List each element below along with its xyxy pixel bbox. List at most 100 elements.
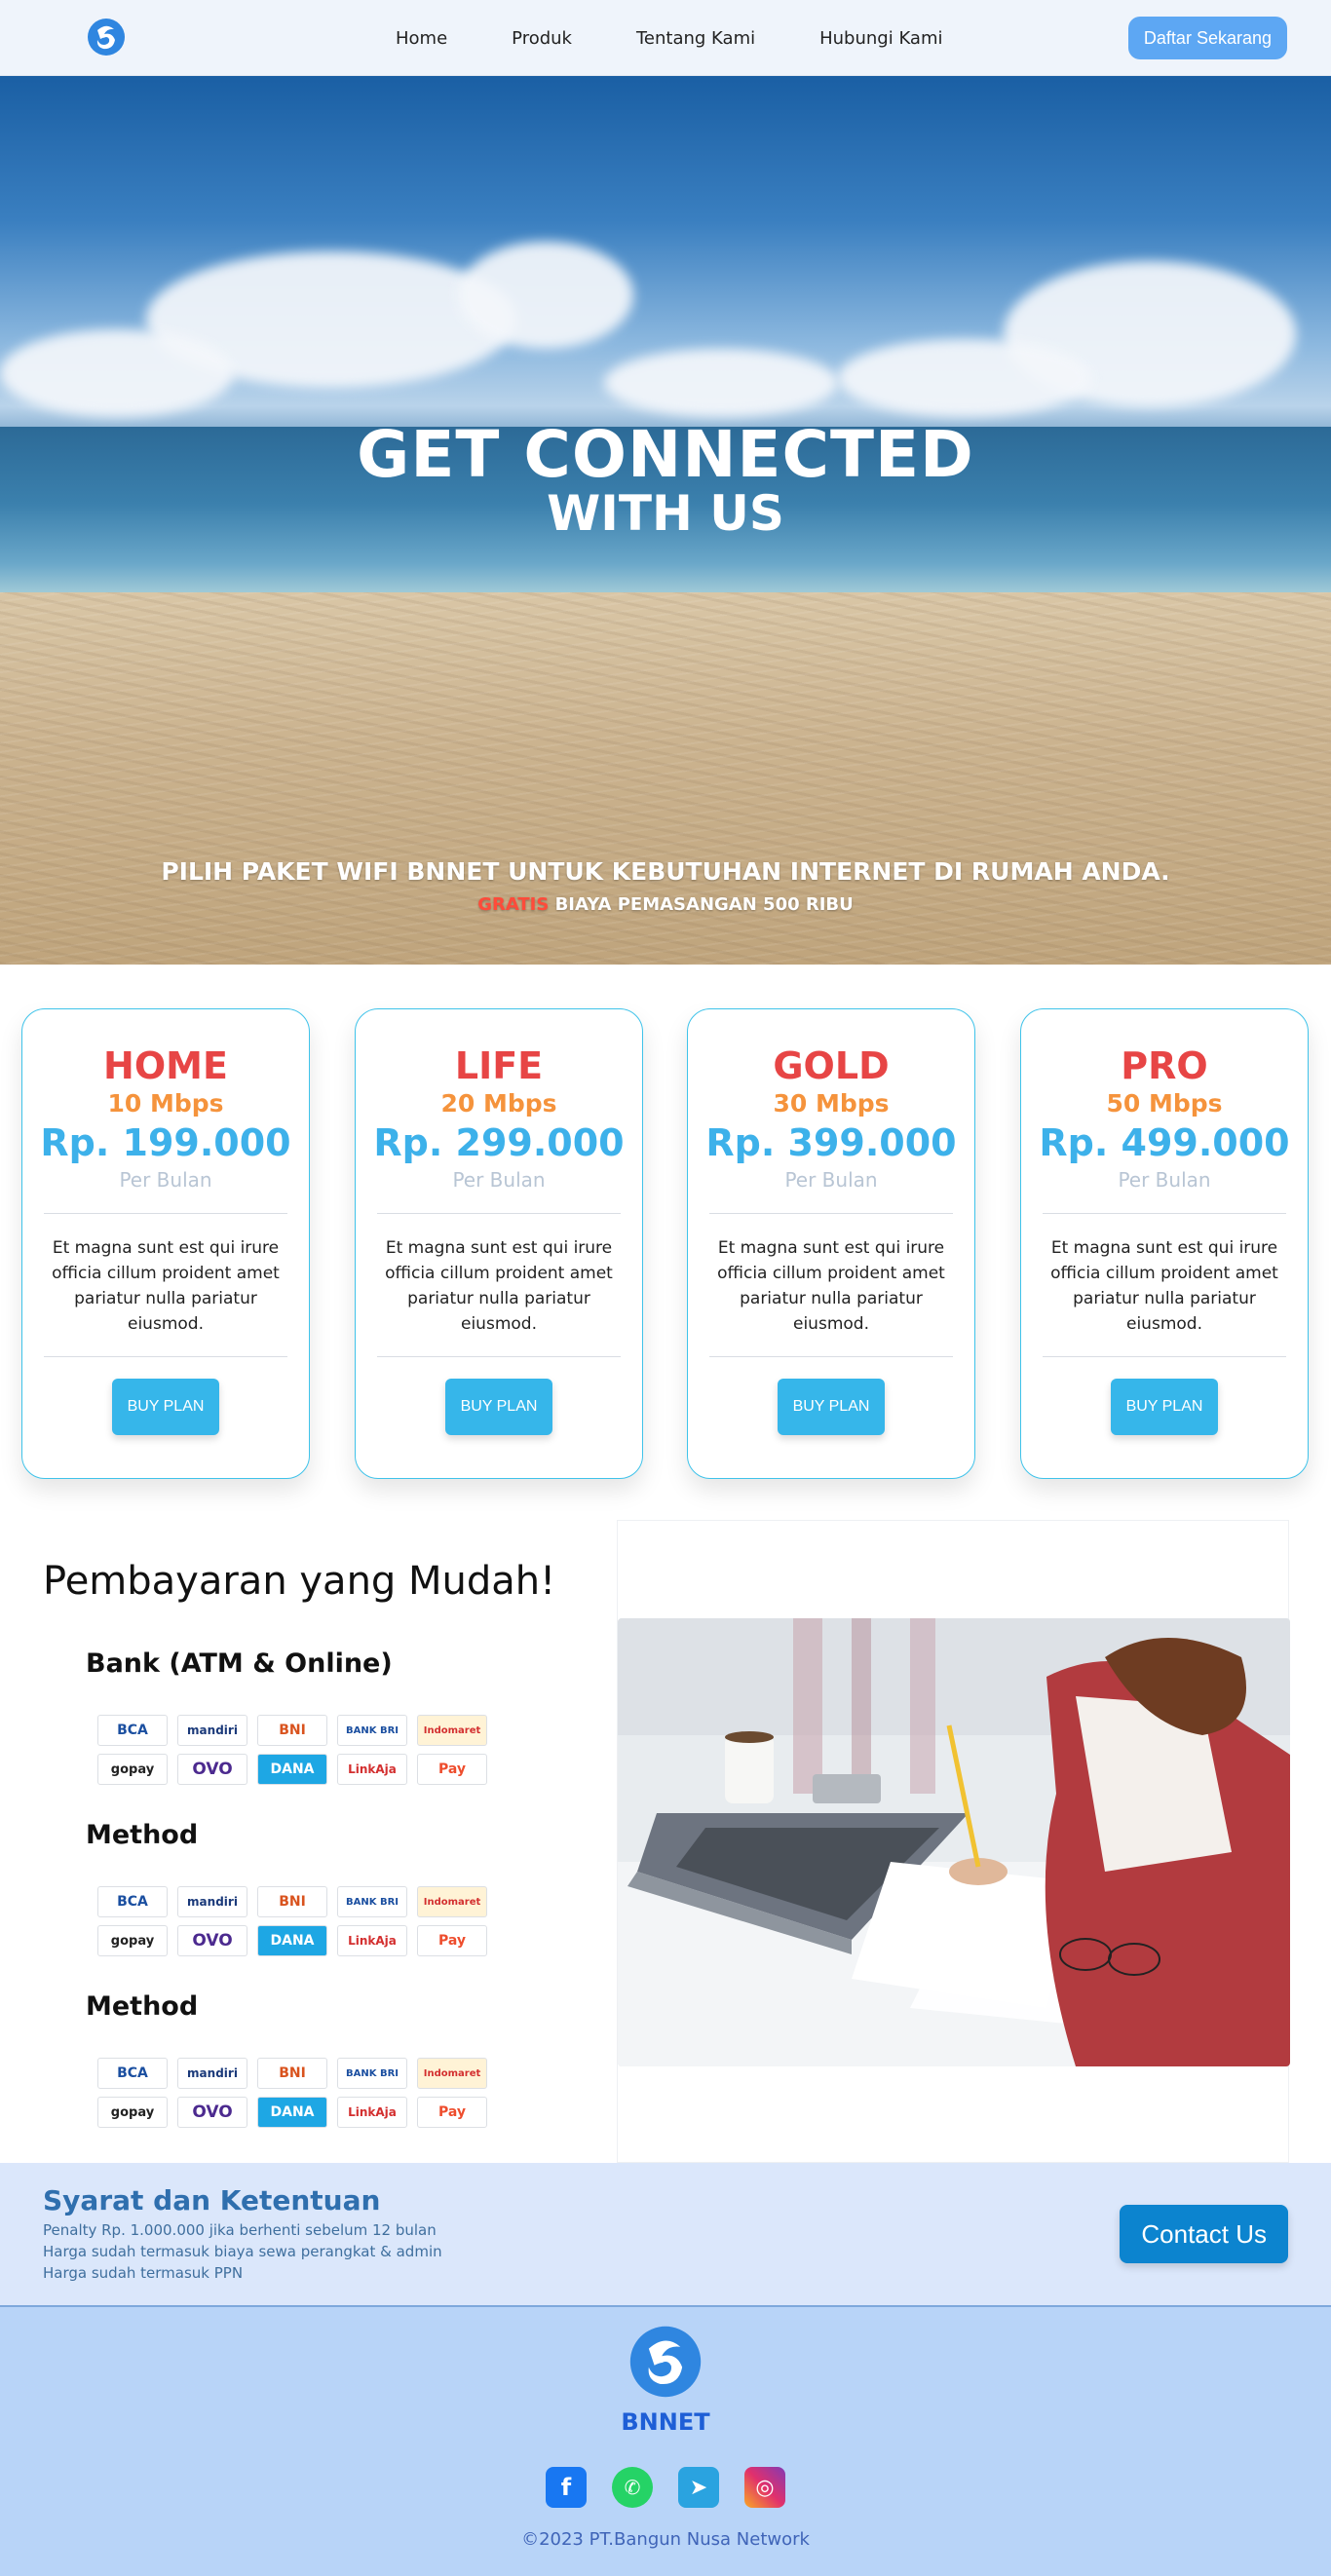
plan-card-gold: GOLD 30 Mbps Rp. 399.000 Per Bulan Et ma… bbox=[687, 1008, 975, 1479]
nav-link-produk[interactable]: Produk bbox=[512, 28, 572, 49]
gopay-logo-icon: gopay bbox=[97, 1925, 168, 1956]
divider bbox=[44, 1356, 287, 1357]
instagram-icon[interactable]: ◎ bbox=[744, 2467, 785, 2508]
dana-logo-icon: DANA bbox=[257, 1754, 327, 1785]
bca-logo-icon: BCA bbox=[97, 2058, 168, 2089]
social-links: f ✆ ➤ ◎ bbox=[546, 2467, 785, 2508]
contact-us-button[interactable]: Contact Us bbox=[1120, 2205, 1288, 2263]
linkaja-logo-icon: LinkAja bbox=[337, 1925, 407, 1956]
payment-title: Pembayaran yang Mudah! bbox=[43, 1559, 556, 1604]
payment-logo-grid: BCA mandiri BNI BANK BRI Indomaret gopay… bbox=[97, 1715, 489, 1785]
buy-plan-button[interactable]: BUY PLAN bbox=[1111, 1379, 1218, 1435]
plan-speed: 10 Mbps bbox=[107, 1089, 224, 1118]
plan-price: Rp. 299.000 bbox=[373, 1121, 625, 1164]
indomaret-logo-icon: Indomaret bbox=[417, 1715, 487, 1746]
linkaja-logo-icon: LinkAja bbox=[337, 1754, 407, 1785]
hero-cloud bbox=[838, 339, 1091, 417]
hero-subtitle: WITH US bbox=[547, 485, 784, 542]
plan-name: GOLD bbox=[773, 1044, 890, 1087]
buy-plan-button[interactable]: BUY PLAN bbox=[778, 1379, 885, 1435]
payment-group-title: Method bbox=[86, 1820, 199, 1850]
plan-speed: 30 Mbps bbox=[773, 1089, 890, 1118]
whatsapp-icon[interactable]: ✆ bbox=[612, 2467, 653, 2508]
plan-card-life: LIFE 20 Mbps Rp. 299.000 Per Bulan Et ma… bbox=[355, 1008, 643, 1479]
shopeepay-logo-icon: Pay bbox=[417, 1754, 487, 1785]
nav-link-home[interactable]: Home bbox=[396, 28, 447, 49]
linkaja-logo-icon: LinkAja bbox=[337, 2097, 407, 2128]
indomaret-logo-icon: Indomaret bbox=[417, 1886, 487, 1917]
plan-period: Per Bulan bbox=[784, 1168, 878, 1192]
telegram-icon[interactable]: ➤ bbox=[678, 2467, 719, 2508]
plan-name: HOME bbox=[103, 1044, 228, 1087]
bri-logo-icon: BANK BRI bbox=[337, 2058, 407, 2089]
nav-link-tentang-kami[interactable]: Tentang Kami bbox=[636, 28, 755, 49]
mandiri-logo-icon: mandiri bbox=[177, 2058, 247, 2089]
bri-logo-icon: BANK BRI bbox=[337, 1886, 407, 1917]
hero-tagline: PILIH PAKET WIFI BNNET UNTUK KEBUTUHAN I… bbox=[161, 857, 1170, 886]
payment-logo-grid: BCA mandiri BNI BANK BRI Indomaret gopay… bbox=[97, 1886, 489, 1956]
terms-bar: Syarat dan Ketentuan Penalty Rp. 1.000.0… bbox=[0, 2163, 1331, 2305]
divider bbox=[377, 1213, 621, 1214]
top-navbar: Home Produk Tentang Kami Hubungi Kami Da… bbox=[0, 0, 1331, 76]
plan-card-pro: PRO 50 Mbps Rp. 499.000 Per Bulan Et mag… bbox=[1020, 1008, 1309, 1479]
hero-section: GET CONNECTED WITH US PILIH PAKET WIFI B… bbox=[0, 76, 1331, 965]
plans-section: HOME 10 Mbps Rp. 199.000 Per Bulan Et ma… bbox=[0, 965, 1331, 1510]
indomaret-logo-icon: Indomaret bbox=[417, 2058, 487, 2089]
photo-illustration bbox=[618, 1618, 1290, 2066]
payment-group-title: Method bbox=[86, 1991, 199, 2022]
footer-copyright: ©2023 PT.Bangun Nusa Network bbox=[521, 2529, 810, 2550]
terms-line: Penalty Rp. 1.000.000 jika berhenti sebe… bbox=[43, 2221, 437, 2239]
plan-speed: 20 Mbps bbox=[440, 1089, 557, 1118]
ovo-logo-icon: OVO bbox=[177, 1925, 247, 1956]
bnnet-logo-icon[interactable] bbox=[86, 17, 127, 57]
plan-speed: 50 Mbps bbox=[1106, 1089, 1223, 1118]
terms-line: Harga sudah termasuk PPN bbox=[43, 2264, 244, 2282]
plan-description: Et magna sunt est qui irure officia cill… bbox=[1050, 1238, 1278, 1334]
plan-name: PRO bbox=[1121, 1044, 1208, 1087]
divider bbox=[709, 1213, 953, 1214]
dana-logo-icon: DANA bbox=[257, 2097, 327, 2128]
footer-brand: BNNET bbox=[621, 2408, 710, 2436]
terms-line: Harga sudah termasuk biaya sewa perangka… bbox=[43, 2243, 442, 2260]
payment-group-title: Bank (ATM & Online) bbox=[86, 1648, 393, 1679]
working-laptop-photo bbox=[618, 1618, 1290, 2066]
plan-name: LIFE bbox=[454, 1044, 544, 1087]
divider bbox=[709, 1356, 953, 1357]
plan-description: Et magna sunt est qui irure officia cill… bbox=[385, 1238, 613, 1334]
shopeepay-logo-icon: Pay bbox=[417, 1925, 487, 1956]
dana-logo-icon: DANA bbox=[257, 1925, 327, 1956]
plan-price: Rp. 399.000 bbox=[705, 1121, 957, 1164]
payment-section: Pembayaran yang Mudah! Bank (ATM & Onlin… bbox=[0, 1510, 1331, 2163]
bca-logo-icon: BCA bbox=[97, 1715, 168, 1746]
mandiri-logo-icon: mandiri bbox=[177, 1886, 247, 1917]
buy-plan-button[interactable]: BUY PLAN bbox=[445, 1379, 552, 1435]
plan-description: Et magna sunt est qui irure officia cill… bbox=[52, 1238, 280, 1334]
divider bbox=[1043, 1356, 1286, 1357]
hero-title: GET CONNECTED bbox=[357, 417, 974, 492]
bca-logo-icon: BCA bbox=[97, 1886, 168, 1917]
buy-plan-button[interactable]: BUY PLAN bbox=[112, 1379, 219, 1435]
mandiri-logo-icon: mandiri bbox=[177, 1715, 247, 1746]
bni-logo-icon: BNI bbox=[257, 1715, 327, 1746]
plan-price: Rp. 199.000 bbox=[40, 1121, 291, 1164]
ovo-logo-icon: OVO bbox=[177, 2097, 247, 2128]
nav-link-hubungi-kami[interactable]: Hubungi Kami bbox=[819, 28, 942, 49]
page: Home Produk Tentang Kami Hubungi Kami Da… bbox=[0, 0, 1331, 2576]
hero-promo: GRATIS BIAYA PEMASANGAN 500 RIBU bbox=[0, 894, 1331, 915]
bnnet-logo-icon bbox=[629, 2326, 702, 2398]
payment-logo-grid: BCA mandiri BNI BANK BRI Indomaret gopay… bbox=[97, 2058, 489, 2128]
terms-title: Syarat dan Ketentuan bbox=[43, 2184, 381, 2216]
plan-period: Per Bulan bbox=[119, 1168, 212, 1192]
promo-highlight: GRATIS bbox=[477, 894, 550, 915]
promo-text: BIAYA PEMASANGAN 500 RIBU bbox=[549, 894, 854, 915]
plan-card-home: HOME 10 Mbps Rp. 199.000 Per Bulan Et ma… bbox=[21, 1008, 310, 1479]
hero-cloud bbox=[604, 349, 838, 417]
nav-links: Home Produk Tentang Kami Hubungi Kami bbox=[396, 0, 1008, 76]
payment-image-panel bbox=[617, 1520, 1290, 2163]
footer: BNNET f ✆ ➤ ◎ ©2023 PT.Bangun Nusa Netwo… bbox=[0, 2305, 1331, 2576]
plan-period: Per Bulan bbox=[452, 1168, 546, 1192]
bri-logo-icon: BANK BRI bbox=[337, 1715, 407, 1746]
register-button[interactable]: Daftar Sekarang bbox=[1127, 17, 1287, 59]
facebook-icon[interactable]: f bbox=[546, 2467, 587, 2508]
divider bbox=[44, 1213, 287, 1214]
